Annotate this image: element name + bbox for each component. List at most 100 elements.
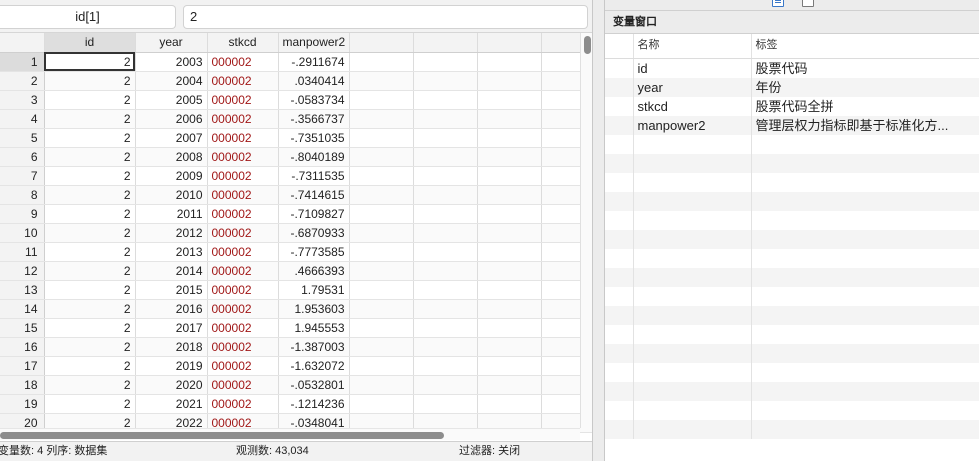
table-row[interactable]: 3 2 2005 000002 -.0583734 [0,90,592,110]
horizontal-scrollbar[interactable] [0,428,580,440]
cell-empty[interactable] [477,356,542,376]
cell-id[interactable]: 2 [44,204,136,224]
cell-stkcd[interactable]: 000002 [207,375,279,395]
cell-stkcd[interactable]: 000002 [207,52,279,72]
cell-empty[interactable] [413,52,478,72]
table-row[interactable]: 5 2 2007 000002 -.7351035 [0,128,592,148]
cell-empty[interactable] [477,242,542,262]
cell-manpower2[interactable]: 1.945553 [278,318,350,338]
cell-year[interactable]: 2012 [135,223,208,243]
cell-id[interactable]: 2 [44,356,136,376]
cell-manpower2[interactable]: -1.632072 [278,356,350,376]
cell-empty[interactable] [413,90,478,110]
table-row[interactable]: 1 2 2003 000002 -.2911674 [0,52,592,72]
cell-stkcd[interactable]: 000002 [207,109,279,129]
document-icon[interactable] [772,0,784,7]
cell-year[interactable]: 2007 [135,128,208,148]
cell-stkcd[interactable]: 000002 [207,337,279,357]
row-number[interactable]: 18 [0,375,45,395]
cell-id[interactable]: 2 [44,185,136,205]
cell-id[interactable]: 2 [44,280,136,300]
cell-id[interactable]: 2 [44,375,136,395]
cell-empty[interactable] [413,337,478,357]
table-row[interactable]: 7 2 2009 000002 -.7311535 [0,166,592,186]
cell-empty[interactable] [349,147,414,167]
cell-manpower2[interactable]: -.3566737 [278,109,350,129]
cell-manpower2[interactable]: -.0583734 [278,90,350,110]
cell-empty[interactable] [477,109,542,129]
cell-id[interactable]: 2 [44,71,136,91]
cell-empty[interactable] [477,71,542,91]
cell-id[interactable]: 2 [44,337,136,357]
cell-manpower2[interactable]: -.7351035 [278,128,350,148]
table-row[interactable]: 17 2 2019 000002 -1.632072 [0,356,592,376]
status-filter[interactable]: 过滤器: 关闭 [459,442,520,461]
cell-empty[interactable] [477,128,542,148]
cell-empty[interactable] [413,299,478,319]
cell-stkcd[interactable]: 000002 [207,318,279,338]
cell-empty[interactable] [413,242,478,262]
cell-empty[interactable] [477,147,542,167]
row-number[interactable]: 4 [0,109,45,129]
cell-empty[interactable] [349,128,414,148]
cell-empty[interactable] [477,223,542,243]
cell-year[interactable]: 2005 [135,90,208,110]
row-number[interactable]: 1 [0,52,45,72]
cell-id[interactable]: 2 [44,109,136,129]
cell-empty[interactable] [477,299,542,319]
cell-empty[interactable] [349,71,414,91]
cell-stkcd[interactable]: 000002 [207,204,279,224]
cell-empty[interactable] [477,90,542,110]
cell-empty[interactable] [349,337,414,357]
cell-empty[interactable] [413,318,478,338]
cell-empty[interactable] [413,280,478,300]
table-row[interactable]: 15 2 2017 000002 1.945553 [0,318,592,338]
row-number[interactable]: 13 [0,280,45,300]
cell-id[interactable]: 2 [44,166,136,186]
row-number[interactable]: 17 [0,356,45,376]
cell-empty[interactable] [413,394,478,414]
column-header-id[interactable]: id [44,33,136,53]
cell-stkcd[interactable]: 000002 [207,147,279,167]
cell-empty[interactable] [413,71,478,91]
cell-empty[interactable] [349,204,414,224]
cell-year[interactable]: 2004 [135,71,208,91]
cell-empty[interactable] [477,394,542,414]
cell-manpower2[interactable]: -.0532801 [278,375,350,395]
cell-stkcd[interactable]: 000002 [207,242,279,262]
table-row[interactable]: 10 2 2012 000002 -.6870933 [0,223,592,243]
variables-header-name[interactable]: 名称 [633,34,752,59]
row-number[interactable]: 11 [0,242,45,262]
cell-id[interactable]: 2 [44,318,136,338]
table-row[interactable]: 8 2 2010 000002 -.7414615 [0,185,592,205]
cell-empty[interactable] [477,185,542,205]
column-header-year[interactable]: year [135,33,208,53]
table-row[interactable]: 9 2 2011 000002 -.7109827 [0,204,592,224]
cell-empty[interactable] [413,223,478,243]
row-number[interactable]: 2 [0,71,45,91]
cell-empty[interactable] [413,261,478,281]
cell-id[interactable]: 2 [44,90,136,110]
row-number[interactable]: 5 [0,128,45,148]
cell-manpower2[interactable]: -.2911674 [278,52,350,72]
cell-id[interactable]: 2 [44,147,136,167]
cell-id[interactable]: 2 [44,128,136,148]
cell-year[interactable]: 2014 [135,261,208,281]
cell-empty[interactable] [349,261,414,281]
cell-manpower2[interactable]: -.6870933 [278,223,350,243]
cell-name-box[interactable]: id[1] [0,5,176,29]
variables-header-label[interactable]: 标签 [751,34,979,59]
cell-empty[interactable] [413,204,478,224]
cell-manpower2[interactable]: -1.387003 [278,337,350,357]
cell-empty[interactable] [413,147,478,167]
list-item[interactable]: manpower2 管理层权力指标即基于标准化方... [605,115,979,135]
table-row[interactable]: 16 2 2018 000002 -1.387003 [0,337,592,357]
cell-empty[interactable] [349,356,414,376]
column-header-stkcd[interactable]: stkcd [207,33,279,53]
table-row[interactable]: 19 2 2021 000002 -.1214236 [0,394,592,414]
list-item[interactable]: id 股票代码 [605,58,979,78]
cell-year[interactable]: 2016 [135,299,208,319]
cell-id[interactable]: 2 [44,52,136,72]
cell-empty[interactable] [477,318,542,338]
cell-empty[interactable] [477,337,542,357]
